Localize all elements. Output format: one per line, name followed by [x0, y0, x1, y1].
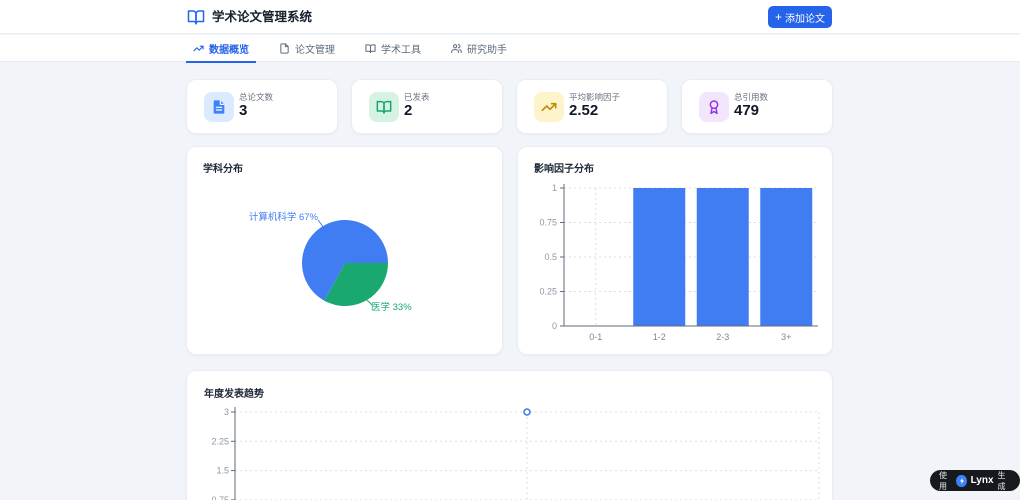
tab-research-assistant[interactable]: 研究助手 [444, 35, 514, 62]
add-paper-button[interactable]: + 添加论文 [768, 6, 832, 28]
svg-text:3+: 3+ [781, 332, 791, 342]
tab-label: 学术工具 [381, 45, 421, 56]
stat-card-total-papers: 总论文数 3 [186, 79, 338, 134]
file-icon [280, 43, 289, 54]
page-title: 学术论文管理系统 [212, 10, 313, 24]
svg-text:1-2: 1-2 [653, 332, 666, 342]
stat-value: 2.52 [569, 102, 599, 119]
svg-text:0.75: 0.75 [211, 495, 229, 500]
svg-text:0.25: 0.25 [539, 287, 557, 297]
tab-paper-management[interactable]: 论文管理 [272, 35, 342, 62]
svg-text:2.25: 2.25 [211, 436, 229, 446]
svg-text:0.75: 0.75 [539, 218, 557, 228]
app-header: 学术论文管理系统 + 添加论文 [0, 0, 1020, 34]
tab-label: 论文管理 [295, 45, 335, 56]
stat-card-total-citations: 总引用数 479 [681, 79, 833, 134]
badge-prefix: 使用 [939, 470, 947, 491]
svg-text:2-3: 2-3 [716, 332, 729, 342]
add-paper-label: 添加论文 [785, 13, 825, 25]
impact-factor-distribution-card: 影响因子分布 0 0.25 0.5 0.75 1 0-1 1-2 2-3 3+ [517, 146, 833, 355]
svg-text:3: 3 [224, 407, 229, 417]
stat-card-published: 已发表 2 [351, 79, 503, 134]
svg-text:1.5: 1.5 [216, 466, 229, 476]
trending-up-icon [193, 45, 204, 52]
tab-bar: 数据概览 论文管理 学术工具 研究助手 [0, 35, 1020, 63]
badge-brand: Lynx [970, 475, 994, 486]
svg-text:0.5: 0.5 [544, 252, 557, 262]
file-text-icon [204, 92, 234, 122]
award-icon [699, 92, 729, 122]
tab-label: 研究助手 [467, 45, 507, 56]
lynx-generated-badge[interactable]: 使用 Lynx 生成 [930, 470, 1020, 491]
yearly-trend-line-chart[interactable]: 3 2.25 1.5 0.75 [187, 371, 834, 500]
subject-distribution-card: 学科分布 计算机科学 67% 医学 33% [186, 146, 503, 355]
trending-up-icon [534, 92, 564, 122]
svg-text:0-1: 0-1 [589, 332, 602, 342]
stat-value: 3 [239, 102, 248, 119]
tab-data-overview[interactable]: 数据概览 [186, 35, 256, 63]
stat-value: 2 [404, 102, 413, 119]
users-icon [451, 44, 462, 54]
svg-text:0: 0 [552, 321, 557, 331]
pie-slice-label-cs: 计算机科学 67% [248, 212, 318, 223]
plus-icon: + [774, 10, 782, 24]
tab-academic-tools[interactable]: 学术工具 [358, 35, 428, 62]
stat-card-avg-impact-factor: 平均影响因子 2.52 [516, 79, 668, 134]
svg-text:1: 1 [552, 183, 557, 193]
badge-suffix: 生成 [997, 470, 1006, 491]
tab-label: 数据概览 [209, 45, 249, 56]
book-open-icon [365, 44, 376, 54]
pie-slice-label-medicine: 医学 33% [371, 302, 412, 313]
stat-value: 479 [734, 102, 760, 119]
yearly-trend-card: 年度发表趋势 3 2.25 1.5 0.75 [186, 370, 833, 500]
subject-pie-chart[interactable] [187, 147, 504, 356]
book-open-icon [187, 10, 205, 25]
book-open-icon [369, 92, 399, 122]
impact-factor-bar-chart[interactable]: 0 0.25 0.5 0.75 1 0-1 1-2 2-3 3+ [518, 147, 834, 356]
lynx-logo-icon [956, 474, 967, 487]
